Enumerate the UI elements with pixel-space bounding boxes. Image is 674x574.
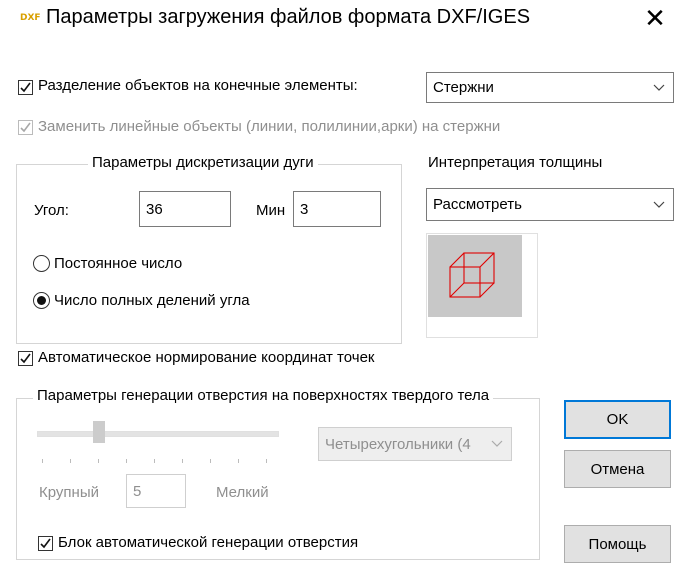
angle-input[interactable]: 36 — [139, 191, 231, 227]
slider-tick — [126, 459, 127, 463]
slider-right-label: Мелкий — [216, 484, 269, 501]
mesh-type-dropdown[interactable]: Четырехугольники (4 — [318, 427, 512, 461]
slider-tick — [98, 459, 99, 463]
block-auto-checkbox[interactable] — [38, 536, 53, 551]
mesh-density-input[interactable]: 5 — [126, 474, 186, 508]
auto-normalize-label: Автоматическое нормирование координат то… — [38, 349, 375, 366]
radio-constant-number[interactable] — [33, 255, 50, 272]
arc-params-title: Параметры дискретизации дуги — [88, 154, 318, 171]
angle-value: 36 — [146, 200, 163, 218]
mesh-density-value: 5 — [133, 482, 142, 500]
thickness-preview — [426, 233, 538, 338]
window-title: Параметры загружения файлов формата DXF/… — [46, 6, 531, 28]
min-input[interactable]: 3 — [293, 191, 381, 227]
radio-selected-dot — [37, 296, 46, 305]
replace-linear-checkbox[interactable] — [18, 120, 33, 135]
hole-params-title: Параметры генерации отверстия на поверхн… — [33, 387, 494, 404]
split-objects-checkbox[interactable] — [18, 80, 33, 95]
ok-button[interactable]: OK — [564, 400, 671, 439]
slider-tick — [42, 459, 43, 463]
chevron-down-icon — [653, 201, 665, 208]
block-auto-label: Блок автоматической генерации отверстия — [58, 534, 359, 551]
split-type-value: Стержни — [433, 79, 494, 96]
min-label: Мин — [256, 202, 286, 219]
checkmark-icon — [20, 122, 31, 133]
angle-label: Угол: — [34, 202, 69, 219]
mesh-type-value: Четырехугольники (4 — [325, 435, 471, 453]
close-icon: ✕ — [644, 3, 666, 33]
min-value: 3 — [300, 200, 309, 218]
preview-background — [428, 235, 522, 317]
close-button[interactable]: ✕ — [642, 2, 668, 34]
mesh-density-slider-track[interactable] — [37, 431, 279, 437]
checkmark-icon — [40, 538, 51, 549]
chevron-down-icon — [653, 84, 665, 91]
checkmark-icon — [20, 353, 31, 364]
split-objects-label: Разделение объектов на конечные элементы… — [38, 77, 358, 94]
slider-tick — [182, 459, 183, 463]
replace-linear-label: Заменить линейные объекты (линии, полили… — [38, 118, 501, 135]
radio-full-divisions[interactable] — [33, 292, 50, 309]
slider-left-label: Крупный — [39, 484, 99, 501]
chevron-down-icon — [491, 440, 503, 448]
auto-normalize-checkbox[interactable] — [18, 351, 33, 366]
thickness-value: Рассмотреть — [433, 196, 522, 213]
slider-tick — [238, 459, 239, 463]
app-icon: DXF — [20, 13, 41, 23]
slider-tick — [70, 459, 71, 463]
radio-constant-label: Постоянное число — [54, 255, 183, 272]
cancel-button[interactable]: Отмена — [564, 450, 671, 488]
help-button[interactable]: Помощь — [564, 525, 671, 563]
checkmark-icon — [20, 82, 31, 93]
thickness-label: Интерпретация толщины — [428, 154, 603, 171]
slider-tick — [154, 459, 155, 463]
thickness-dropdown[interactable]: Рассмотреть — [426, 188, 674, 221]
mesh-density-slider-thumb[interactable] — [93, 421, 105, 443]
wireframe-cube-icon — [449, 252, 495, 298]
slider-tick — [210, 459, 211, 463]
split-type-dropdown[interactable]: Стержни — [426, 72, 674, 103]
slider-tick — [266, 459, 267, 463]
radio-full-label: Число полных делений угла — [54, 292, 250, 309]
